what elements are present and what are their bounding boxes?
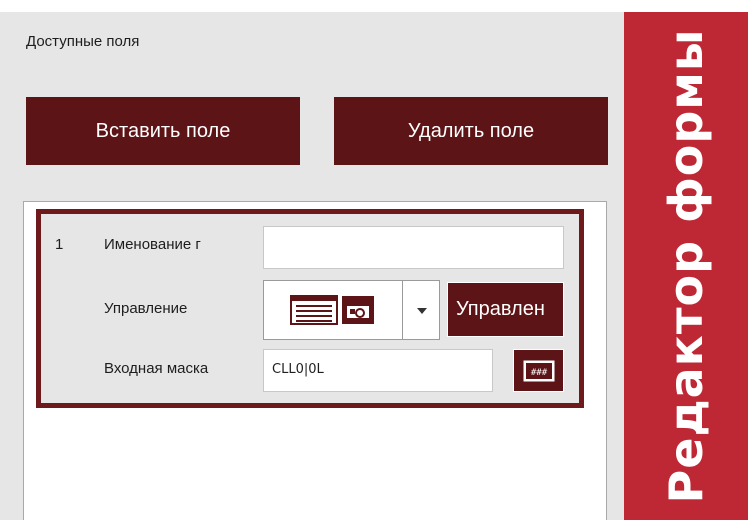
chevron-down-icon[interactable] xyxy=(417,308,427,314)
form-editor-title-bar: Редактор формы xyxy=(624,12,748,520)
field-name-input[interactable] xyxy=(263,226,564,269)
available-fields-label: Доступные поля xyxy=(26,33,140,50)
delete-field-button[interactable]: Удалить поле xyxy=(334,97,608,165)
control-label: Управление xyxy=(104,300,188,317)
input-mask-button[interactable]: ### xyxy=(513,349,564,392)
svg-text:###: ### xyxy=(530,368,547,378)
field-card[interactable]: 1 Именование г Управление Управлен Входн… xyxy=(36,209,584,408)
form-editor-title: Редактор формы xyxy=(659,28,713,504)
dropdown-separator xyxy=(402,281,403,339)
manage-control-button[interactable]: Управлен xyxy=(447,282,564,337)
field-name-label: Именование г xyxy=(104,236,201,253)
field-number: 1 xyxy=(55,236,64,253)
top-edge xyxy=(0,0,748,12)
input-mask-label: Входная маска xyxy=(104,360,209,377)
input-mask-field[interactable]: CLL0|0L xyxy=(263,349,493,392)
form-control-icon xyxy=(290,295,376,325)
control-type-select[interactable] xyxy=(263,280,440,340)
input-mask-icon: ### xyxy=(523,360,554,381)
insert-field-button[interactable]: Вставить поле xyxy=(26,97,300,165)
